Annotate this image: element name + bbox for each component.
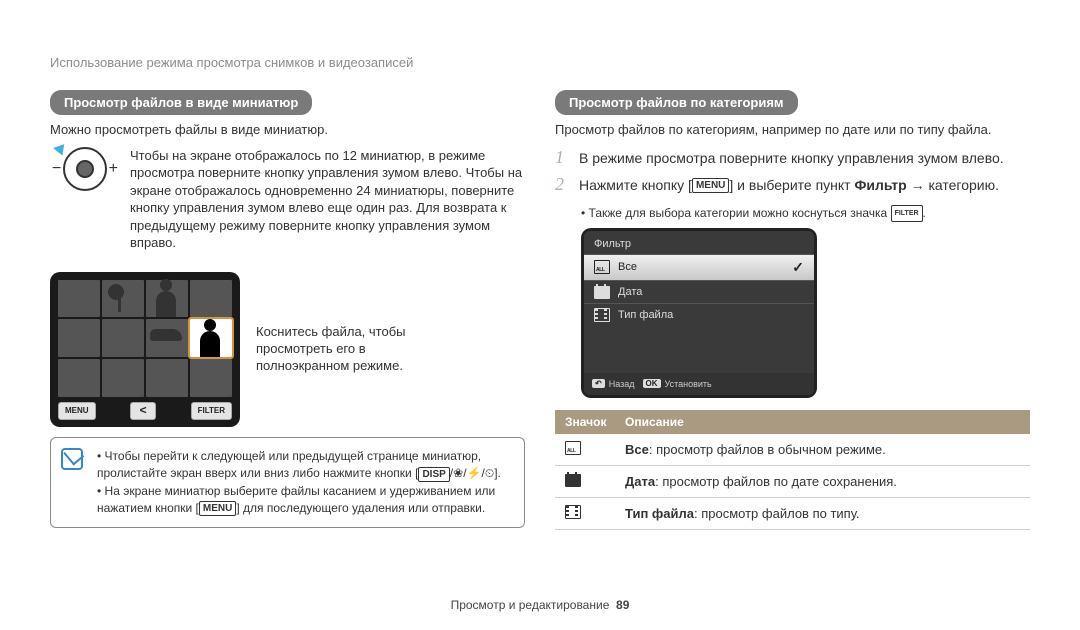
thumbnail-grid	[55, 277, 235, 400]
check-icon: ✓	[792, 259, 804, 276]
menu-key: MENU	[199, 501, 236, 516]
car-icon	[150, 329, 182, 341]
thumbnail-cell	[58, 280, 100, 318]
flower-icon	[102, 280, 144, 318]
back-icon: ↶	[592, 379, 605, 388]
all-icon	[594, 260, 610, 274]
filter-item-label: Дата	[618, 286, 642, 298]
note-text: ].	[494, 466, 501, 480]
filter-item-date[interactable]: Дата	[584, 280, 814, 303]
description-table: Значок Описание Все: просмотр файлов в о…	[555, 410, 1030, 530]
section-pill-thumbnails: Просмотр файлов в виде миниатюр	[50, 90, 312, 115]
disp-key: DISP	[418, 467, 449, 482]
thumbnail-cell	[102, 280, 144, 318]
step-1-text: В режиме просмотра поверните кнопку упра…	[579, 149, 1004, 168]
calendar-icon	[594, 285, 610, 299]
right-column: Просмотр файлов по категориям Просмотр ф…	[555, 90, 1030, 530]
thumbnail-cell	[146, 319, 188, 357]
section-pill-categories: Просмотр файлов по категориям	[555, 90, 798, 115]
all-icon	[565, 441, 581, 455]
note-box: • Чтобы перейти к следующей или предыдущ…	[50, 437, 525, 529]
note-icon	[61, 448, 83, 470]
share-icon	[140, 402, 147, 420]
table-row: Дата: просмотр файлов по дате сохранения…	[555, 466, 1030, 498]
film-icon	[594, 308, 610, 322]
filter-screen: Фильтр Все ✓ Дата Тип файла	[581, 228, 817, 398]
flower-key-icon: ❀	[453, 466, 463, 480]
filter-item-label: Тип файла	[618, 309, 673, 321]
thumbnail-cell-selected	[190, 319, 232, 357]
filter-item-label: Все	[618, 261, 637, 273]
film-icon	[565, 505, 581, 519]
filter-item-all[interactable]: Все ✓	[584, 254, 814, 280]
thumbnail-cell	[58, 359, 100, 397]
thumbnail-cell	[190, 280, 232, 318]
sub-bullet: • Также для выбора категории можно косну…	[581, 205, 1030, 222]
arrow-icon	[53, 140, 69, 155]
dial-text: Чтобы на экране отображалось по 12 миниа…	[130, 147, 525, 252]
right-intro: Просмотр файлов по категориям, например …	[555, 121, 1030, 139]
person-icon	[156, 291, 176, 317]
callout-text: Коснитесь файла, чтобы просмотреть его в…	[256, 324, 446, 375]
page-title: Использование режима просмотра снимков и…	[50, 55, 1030, 70]
thumbnail-cell	[190, 359, 232, 397]
thumbnail-cell	[58, 319, 100, 357]
timer-key-icon: ⏲	[485, 466, 494, 480]
flash-key-icon: ⚡	[467, 466, 482, 480]
filter-button[interactable]: FILTER	[191, 402, 232, 420]
filter-key: FILTER	[891, 205, 923, 222]
filter-item-type[interactable]: Тип файла	[584, 303, 814, 326]
menu-button[interactable]: MENU	[58, 402, 96, 420]
ok-key: OK	[643, 379, 661, 388]
note-text: ] для последующего удаления или отправки…	[236, 501, 485, 515]
page-footer: Просмотр и редактирование 89	[0, 598, 1080, 612]
person-icon	[200, 331, 220, 357]
calendar-icon	[565, 473, 581, 487]
step-2-text: Нажмите кнопку [MENU] и выберите пункт Ф…	[579, 176, 999, 195]
left-intro: Можно просмотреть файлы в виде миниатюр.	[50, 121, 525, 139]
table-header-desc: Описание	[625, 415, 684, 429]
ok-button[interactable]: OKУстановить	[643, 379, 712, 389]
table-row: Все: просмотр файлов в обычном режиме.	[555, 434, 1030, 466]
share-button[interactable]	[130, 402, 156, 420]
filter-title: Фильтр	[584, 231, 814, 254]
thumbnail-cell	[146, 280, 188, 318]
left-column: Просмотр файлов в виде миниатюр Можно пр…	[50, 90, 525, 530]
step-number: 2	[555, 174, 569, 195]
zoom-dial-illustration: − +	[50, 147, 120, 191]
thumbnail-cell	[146, 359, 188, 397]
table-row: Тип файла: просмотр файлов по типу.	[555, 498, 1030, 530]
back-button[interactable]: ↶Назад	[592, 379, 635, 389]
thumbnail-screen: MENU FILTER	[50, 272, 240, 427]
thumbnail-cell	[102, 359, 144, 397]
step-number: 1	[555, 147, 569, 168]
minus-icon: −	[52, 160, 61, 178]
table-header-icon: Значок	[565, 415, 625, 429]
thumbnail-cell	[102, 319, 144, 357]
plus-icon: +	[109, 160, 118, 178]
menu-key: MENU	[692, 178, 729, 193]
